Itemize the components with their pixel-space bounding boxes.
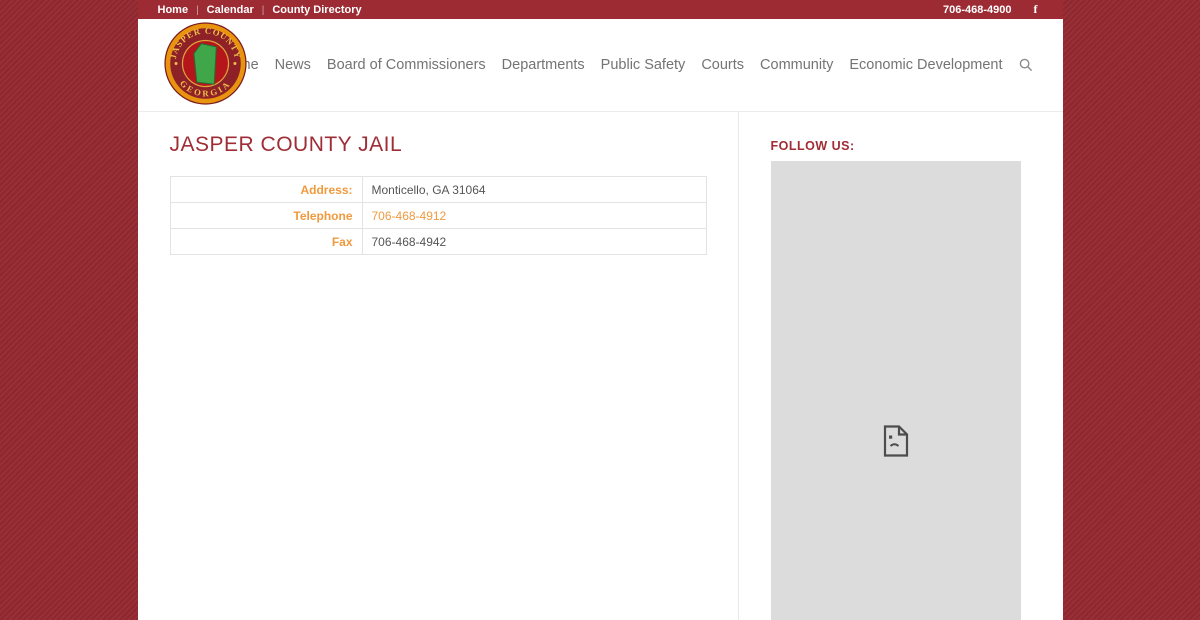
top-utility-bar: Home | Calendar | County Directory 706-468-4… (137, 0, 1063, 19)
top-contact: 706-468-4900 f (943, 2, 1038, 17)
table-row-address: Address: Monticello, GA 31064 (169, 176, 707, 203)
nav-community[interactable]: Community (760, 57, 833, 73)
county-seal-logo[interactable]: JASPER COUNTY GEORGIA (163, 22, 247, 105)
site-header: JASPER COUNTY GEORGIA Home News Board of… (137, 19, 1063, 112)
sidebar: FOLLOW US: (739, 112, 1062, 620)
fax-label: Fax (169, 228, 363, 255)
nav-news[interactable]: News (275, 57, 311, 73)
address-label: Address: (169, 176, 363, 203)
top-links-separator: | (261, 4, 265, 16)
social-image-placeholder (770, 161, 1021, 620)
facebook-icon[interactable]: f (1034, 2, 1038, 17)
toplink-calendar[interactable]: Calendar (207, 4, 254, 16)
nav-courts[interactable]: Courts (701, 57, 744, 73)
broken-image-icon (883, 425, 908, 457)
top-links: Home | Calendar | County Directory (158, 4, 362, 16)
toplink-home[interactable]: Home (158, 4, 189, 16)
telephone-link[interactable]: 706-468-4912 (372, 209, 447, 223)
content-area: JASPER COUNTY JAIL Address: Monticello, … (137, 112, 1063, 620)
county-seal-graphic: JASPER COUNTY GEORGIA (163, 22, 247, 105)
phone-number: 706-468-4900 (942, 3, 1012, 16)
fax-value: 706-468-4942 (361, 228, 707, 255)
address-value: Monticello, GA 31064 (361, 176, 707, 203)
contact-info-table: Address: Monticello, GA 31064 Telephone … (169, 176, 707, 255)
nav-board-of-commissioners[interactable]: Board of Commissioners (327, 57, 486, 73)
follow-us-heading: FOLLOW US: (770, 139, 855, 153)
nav-departments[interactable]: Departments (502, 57, 585, 73)
table-row-telephone: Telephone 706-468-4912 (169, 202, 707, 229)
top-links-separator: | (196, 4, 199, 16)
nav-public-safety[interactable]: Public Safety (601, 57, 686, 73)
telephone-label: Telephone (169, 202, 363, 229)
county-shape-icon (192, 43, 217, 85)
page-wrapper: Home | Calendar | County Directory 706-468-4… (137, 0, 1063, 620)
telephone-value: 706-468-4912 (361, 202, 707, 229)
search-icon[interactable] (1019, 58, 1033, 72)
table-row-fax: Fax 706-468-4942 (169, 228, 707, 255)
toplink-county-directory[interactable]: County Directory (272, 4, 361, 16)
main-nav: Home News Board of Commissioners Departm… (220, 57, 1033, 73)
page-title: JASPER COUNTY JAIL (169, 133, 403, 156)
main-column: JASPER COUNTY JAIL Address: Monticello, … (138, 112, 739, 620)
nav-economic-development[interactable]: Economic Development (849, 57, 1002, 73)
